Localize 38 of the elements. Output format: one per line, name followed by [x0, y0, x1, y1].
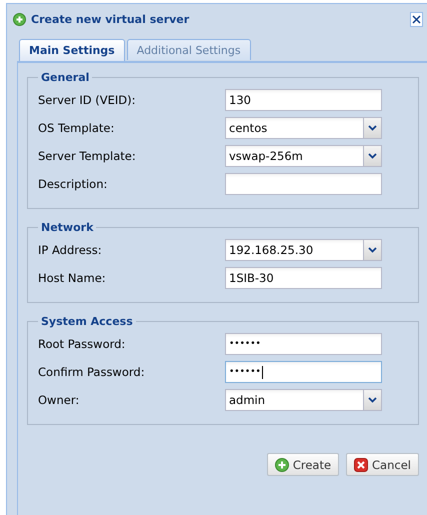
- field-label: Server ID (VEID):: [38, 93, 136, 107]
- close-button[interactable]: [410, 12, 423, 26]
- dropdown-field[interactable]: vswap-256m: [225, 145, 382, 167]
- field-label: Confirm Password:: [38, 365, 146, 379]
- input-field[interactable]: 130: [225, 89, 382, 111]
- field-label: Description:: [38, 177, 108, 191]
- dropdown-trigger[interactable]: [363, 240, 381, 260]
- dropdown-trigger[interactable]: [363, 390, 381, 410]
- field-label: Host Name:: [38, 271, 107, 285]
- password-field[interactable]: ••••••: [225, 361, 382, 383]
- chevron-down-icon: [368, 397, 377, 403]
- dropdown-trigger[interactable]: [363, 118, 381, 138]
- field-label: Server Template:: [38, 149, 137, 163]
- chevron-down-icon: [368, 153, 377, 159]
- password-field[interactable]: ••••••: [225, 333, 382, 355]
- section-title: System Access: [40, 315, 134, 328]
- cancel-icon: [354, 458, 368, 472]
- plus-icon: [274, 458, 289, 472]
- field-label: Owner:: [38, 393, 80, 407]
- create-button[interactable]: Create: [266, 453, 340, 476]
- section-title: Network: [40, 221, 94, 234]
- chevron-down-icon: [368, 247, 377, 253]
- dropdown-field[interactable]: centos: [225, 117, 382, 139]
- window-title: Create new virtual server: [31, 12, 190, 26]
- field-label: IP Address:: [38, 243, 103, 257]
- tab[interactable]: Main Settings: [19, 39, 125, 61]
- cancel-button[interactable]: Cancel: [346, 453, 419, 476]
- input-field[interactable]: [225, 173, 382, 195]
- dropdown-field[interactable]: admin: [225, 389, 382, 411]
- field-label: OS Template:: [38, 121, 116, 135]
- input-field[interactable]: 1SIB-30: [225, 267, 382, 289]
- chevron-down-icon: [368, 125, 377, 131]
- dropdown-field[interactable]: 192.168.25.30: [225, 239, 382, 261]
- add-icon: [13, 12, 26, 26]
- close-icon: [412, 14, 421, 24]
- section-title: General: [40, 71, 90, 84]
- dropdown-trigger[interactable]: [363, 146, 381, 166]
- field-label: Root Password:: [38, 337, 126, 351]
